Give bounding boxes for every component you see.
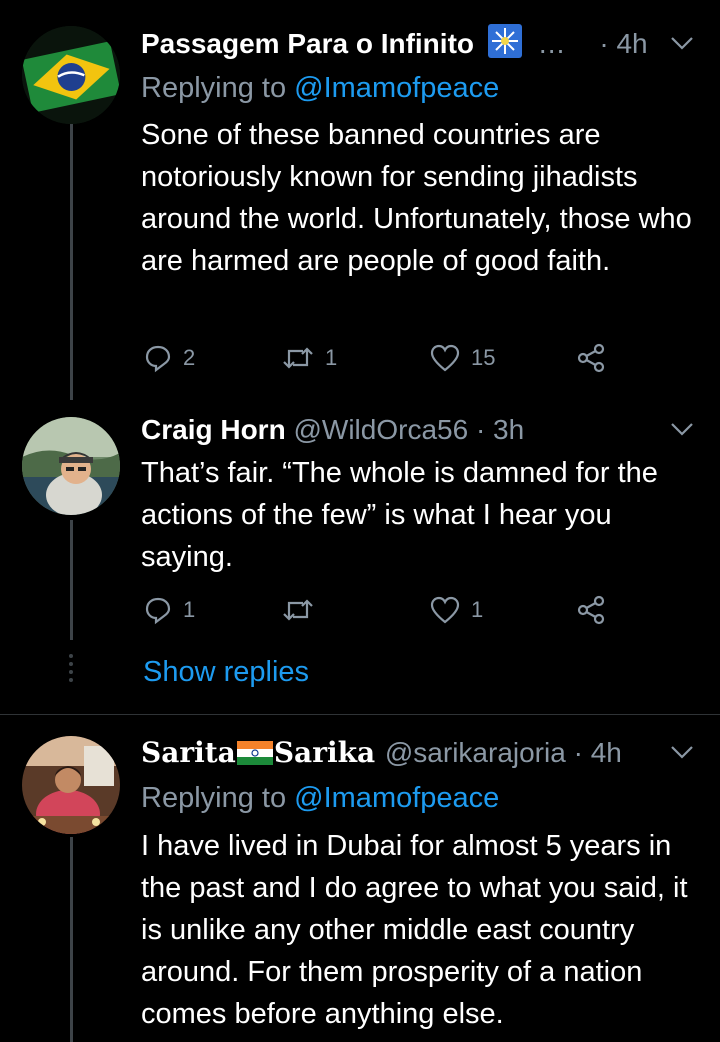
display-name[interactable]: Sarita Sarika <box>141 736 385 769</box>
retweet-button[interactable]: 1 <box>281 338 337 378</box>
share-button[interactable] <box>575 590 607 630</box>
tweet-actions: 1 1 <box>141 590 621 630</box>
chevron-down-icon[interactable] <box>664 410 700 450</box>
share-icon <box>575 342 607 374</box>
man-with-cap-avatar[interactable] <box>22 417 120 515</box>
like-count: 1 <box>471 597 484 622</box>
thread-line <box>70 120 73 400</box>
woman-in-saree-avatar[interactable] <box>22 736 120 834</box>
chevron-down-icon[interactable] <box>664 24 700 64</box>
tweet-text: Sone of these banned countries are notor… <box>141 119 692 277</box>
separator-dot: · <box>599 28 609 59</box>
chevron-down-icon[interactable] <box>664 733 700 773</box>
retweet-icon <box>281 595 315 625</box>
user-handle[interactable]: @sarikarajoria <box>385 737 566 768</box>
replying-to: Replying to @Imamofpeace <box>141 778 499 818</box>
tweet-passagem[interactable]: Passagem Para o Infinito … · 4h Replying… <box>0 0 720 400</box>
display-name-part2: Sarika <box>273 736 376 769</box>
tweet-craig-horn[interactable]: Craig Horn @WildOrca56 · 3h That’s fair.… <box>0 400 720 714</box>
replying-to: Replying to @Imamofpeace <box>141 68 499 108</box>
reply-button[interactable]: 1 <box>143 590 195 630</box>
more-replies-dots <box>69 654 74 686</box>
mention-link[interactable]: @Imamofpeace <box>294 72 499 104</box>
separator-dot: · <box>475 414 486 445</box>
reply-icon <box>143 595 173 625</box>
separator-dot: · <box>573 737 583 768</box>
reply-button[interactable]: 2 <box>143 338 195 378</box>
thread-line <box>70 837 73 1042</box>
replying-label: Replying to <box>141 72 287 104</box>
tweet-header: Craig Horn @WildOrca56 · 3h <box>141 410 700 450</box>
tweet-actions: 2 1 15 <box>141 338 621 378</box>
share-icon <box>575 594 607 626</box>
display-name[interactable]: Craig Horn <box>141 414 286 445</box>
heart-icon <box>429 595 461 625</box>
like-count: 15 <box>471 345 496 370</box>
tweet-text: I have lived in Dubai for almost 5 years… <box>141 830 688 1030</box>
timestamp[interactable]: 4h <box>591 737 622 768</box>
display-name-part1: Sarita <box>141 736 236 769</box>
tweet-header: Sarita Sarika @sarikarajoria · 4h <box>141 733 700 773</box>
india-flag-icon <box>236 736 273 776</box>
replying-label: Replying to <box>141 782 287 814</box>
retweet-icon <box>281 343 315 373</box>
thread-line <box>70 520 73 640</box>
tweet-text: That’s fair. “The whole is damned for th… <box>141 457 658 573</box>
reply-icon <box>143 343 173 373</box>
user-handle[interactable]: @WildOrca56 <box>293 414 468 445</box>
retweet-button[interactable] <box>281 590 325 630</box>
like-button[interactable]: 1 <box>429 590 483 630</box>
show-replies-link[interactable]: Show replies <box>143 652 309 692</box>
like-button[interactable]: 15 <box>429 338 495 378</box>
reply-count: 1 <box>183 597 196 622</box>
mention-link[interactable]: @Imamofpeace <box>294 782 499 814</box>
display-name[interactable]: Passagem Para o Infinito <box>141 28 474 59</box>
brazil-flag-avatar[interactable] <box>22 26 120 124</box>
heart-icon <box>429 343 461 373</box>
sparkle-badge-icon <box>487 24 522 69</box>
retweet-count: 1 <box>325 345 338 370</box>
tweet-sarita-sarika[interactable]: Sarita Sarika @sarikarajoria · 4h Replyi… <box>0 715 720 1042</box>
reply-count: 2 <box>183 345 196 370</box>
timestamp[interactable]: 4h <box>616 28 647 59</box>
share-button[interactable] <box>575 338 607 378</box>
tweet-header: Passagem Para o Infinito … · 4h <box>141 24 700 64</box>
timestamp[interactable]: 3h <box>493 414 524 445</box>
name-truncation: … <box>537 28 566 59</box>
